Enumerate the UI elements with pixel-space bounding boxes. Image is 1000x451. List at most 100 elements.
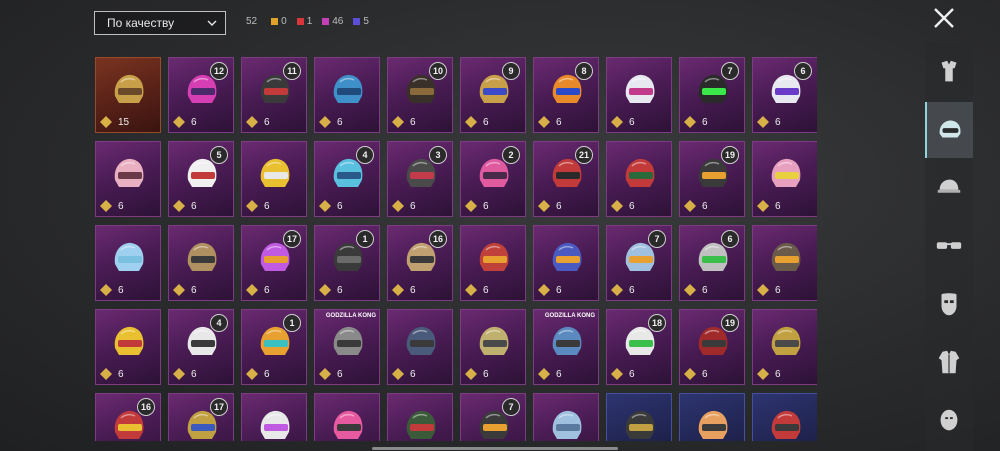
points-value: 6 <box>775 284 781 296</box>
points-label: 6 <box>246 200 270 212</box>
item-tile[interactable]: 6 <box>387 309 453 385</box>
item-tile[interactable] <box>314 393 380 441</box>
item-tile[interactable]: 7 <box>460 393 526 441</box>
points-value: 6 <box>702 116 708 128</box>
item-tile[interactable]: 36 <box>387 141 453 217</box>
helmet-icon <box>333 74 363 103</box>
item-tile[interactable]: 6 <box>95 309 161 385</box>
item-tile[interactable]: 6 <box>168 225 234 301</box>
points-label: 6 <box>173 368 197 380</box>
item-tile[interactable]: 6 <box>752 141 817 217</box>
points-label: 6 <box>319 116 343 128</box>
level-badge: 9 <box>502 62 520 80</box>
item-tile[interactable]: 6 <box>95 225 161 301</box>
item-tile[interactable]: 46 <box>168 309 234 385</box>
diamond-icon <box>611 116 623 128</box>
item-tile[interactable]: 6 <box>752 309 817 385</box>
item-tile[interactable]: 12 6 <box>168 57 234 133</box>
sidebar-item-mask[interactable] <box>925 276 973 332</box>
points-label: 6 <box>611 284 635 296</box>
level-badge: 3 <box>429 146 447 164</box>
points-value: 6 <box>264 284 270 296</box>
points-label: 6 <box>757 284 781 296</box>
item-tile[interactable]: 6 <box>241 141 307 217</box>
item-tile[interactable]: 6 <box>606 57 672 133</box>
item-tile[interactable] <box>752 393 817 441</box>
item-tile[interactable]: 76 <box>606 225 672 301</box>
scroll-indicator[interactable] <box>372 447 618 450</box>
helmet-icon <box>114 158 144 187</box>
sort-dropdown[interactable]: По качеству <box>94 11 226 35</box>
item-tile[interactable] <box>387 393 453 441</box>
collab-label: GODZILLA KONG <box>544 313 595 319</box>
item-tile[interactable] <box>679 393 745 441</box>
points-label: 6 <box>246 116 270 128</box>
points-value: 6 <box>337 368 343 380</box>
item-tile[interactable]: 6 <box>460 309 526 385</box>
item-tile[interactable]: 18 6 <box>606 309 672 385</box>
close-icon[interactable] <box>930 4 958 32</box>
item-tile[interactable]: 16 <box>95 393 161 441</box>
item-tile[interactable]: 6 <box>533 225 599 301</box>
diamond-icon <box>757 284 769 296</box>
item-tile[interactable]: GODZILLA KONG 6 <box>533 309 599 385</box>
item-tile[interactable] <box>606 393 672 441</box>
level-badge: 2 <box>502 146 520 164</box>
points-label: 6 <box>684 116 708 128</box>
level-badge: 10 <box>429 62 447 80</box>
sidebar-item-helmet[interactable] <box>925 102 973 158</box>
points-label: 6 <box>757 200 781 212</box>
sidebar-item-glasses[interactable] <box>925 218 973 274</box>
red-count-value: 1 <box>306 16 313 27</box>
points-label: 6 <box>319 200 343 212</box>
item-tile[interactable]: 56 <box>168 141 234 217</box>
item-tile[interactable]: 16 <box>314 225 380 301</box>
item-tile[interactable]: 76 <box>679 57 745 133</box>
item-tile[interactable]: 11 6 <box>241 57 307 133</box>
sidebar-item-jacket[interactable] <box>925 334 973 390</box>
diamond-icon <box>173 284 185 296</box>
item-tile[interactable]: GODZILLA KONG 6 <box>314 309 380 385</box>
item-tile[interactable]: 26 <box>460 141 526 217</box>
diamond-icon <box>757 368 769 380</box>
helmet-icon <box>552 326 582 355</box>
item-tile[interactable]: 6 <box>752 225 817 301</box>
item-tile[interactable]: 6 <box>95 141 161 217</box>
glasses-icon <box>936 242 962 249</box>
sidebar-item-face[interactable] <box>925 392 973 448</box>
item-tile[interactable]: 17 6 <box>241 225 307 301</box>
sidebar-item-cap[interactable] <box>925 160 973 216</box>
item-tile[interactable]: 66 <box>752 57 817 133</box>
level-badge: 1 <box>283 314 301 332</box>
level-badge: 18 <box>648 314 666 332</box>
helmet-icon <box>625 74 655 103</box>
item-tile[interactable] <box>241 393 307 441</box>
item-tile[interactable]: 6 <box>460 225 526 301</box>
points-label: 6 <box>392 116 416 128</box>
item-tile[interactable]: 66 <box>679 225 745 301</box>
points-label: 6 <box>757 368 781 380</box>
face-icon <box>940 409 958 431</box>
item-tile[interactable]: 19 6 <box>679 309 745 385</box>
helmet-icon <box>939 120 961 138</box>
item-tile[interactable]: 16 6 <box>387 225 453 301</box>
sidebar-item-outfit[interactable] <box>925 44 973 100</box>
item-tile[interactable]: 6 <box>314 57 380 133</box>
points-value: 6 <box>191 200 197 212</box>
item-tile[interactable]: 6 <box>606 141 672 217</box>
item-tile[interactable]: 21 6 <box>533 141 599 217</box>
item-tile[interactable] <box>533 393 599 441</box>
item-tile[interactable]: 17 <box>168 393 234 441</box>
item-tile[interactable]: 10 6 <box>387 57 453 133</box>
item-tile[interactable]: 15 <box>95 57 161 133</box>
helmet-icon <box>333 410 363 439</box>
item-tile[interactable]: 96 <box>460 57 526 133</box>
points-label: 6 <box>684 200 708 212</box>
points-value: 6 <box>702 200 708 212</box>
item-tile[interactable]: 16 <box>241 309 307 385</box>
item-tile[interactable]: 19 6 <box>679 141 745 217</box>
diamond-icon <box>100 116 112 128</box>
level-badge: 7 <box>721 62 739 80</box>
item-tile[interactable]: 86 <box>533 57 599 133</box>
item-tile[interactable]: 46 <box>314 141 380 217</box>
